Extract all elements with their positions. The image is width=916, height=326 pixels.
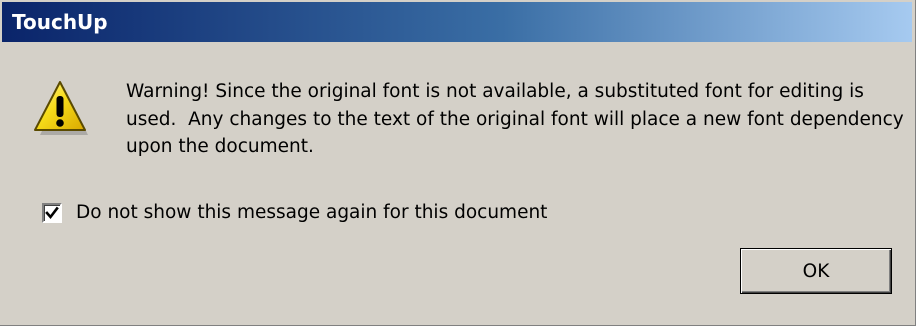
touchup-dialog: TouchUp Warning! Since the original font… <box>0 0 916 326</box>
warning-message: Warning! Since the original font is not … <box>126 81 910 157</box>
title-bar[interactable]: TouchUp <box>2 2 912 42</box>
checkmark-icon <box>45 206 59 220</box>
warning-icon <box>34 81 88 135</box>
ok-button[interactable]: OK <box>740 248 892 294</box>
dont-show-again-checkbox[interactable] <box>42 203 62 223</box>
dont-show-again-label[interactable]: Do not show this message again for this … <box>76 200 547 226</box>
window-title: TouchUp <box>12 10 108 34</box>
